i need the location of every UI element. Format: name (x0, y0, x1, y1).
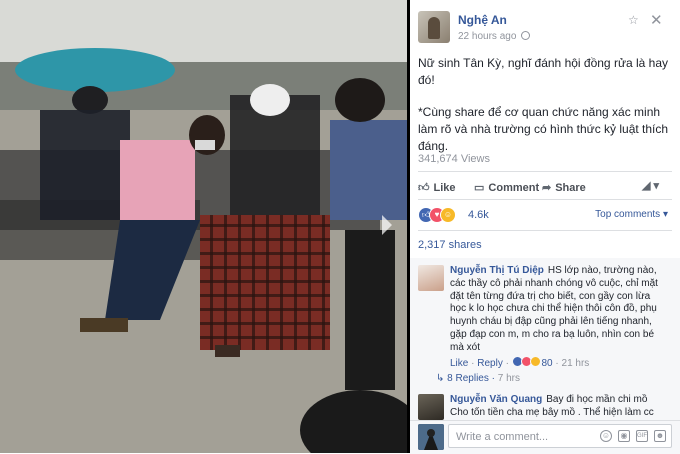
comment-like-link[interactable]: Like (450, 358, 468, 369)
comment-composer: ☺ ◉ GIF ☻ (410, 420, 680, 454)
globe-icon (521, 31, 531, 40)
video-frame (0, 0, 407, 453)
shares-count[interactable]: 2,317 shares (418, 239, 482, 251)
comment-label: Comment (488, 182, 540, 194)
divider (418, 171, 672, 172)
reply-arrow-icon: ↳ (436, 373, 448, 384)
share-button[interactable]: ➦ Share (542, 181, 586, 194)
comment-meta: Like · Reply · 80 · 21 hrs (450, 355, 590, 369)
like-icon: 👍︎ (418, 182, 430, 194)
comment-input[interactable] (454, 430, 598, 444)
comments-list: Nguyễn Thị Tú Diệp HS lớp nào, trường nào… (410, 258, 680, 420)
comment-reaction-count[interactable]: 80 (542, 358, 553, 369)
haha-reaction-icon (529, 355, 541, 367)
comment-button[interactable]: ▭ Comment (474, 181, 539, 194)
video-player[interactable] (0, 0, 407, 453)
user-avatar-image (418, 424, 444, 450)
commenter-avatar[interactable] (418, 265, 444, 291)
comment-input-box[interactable]: ☺ ◉ GIF ☻ (448, 424, 672, 448)
post-panel: Nghệ An 22 hours ago ☆ ✕ Nữ sinh Tân Kỳ,… (410, 0, 680, 454)
post-timestamp[interactable]: 22 hours ago (458, 31, 531, 42)
comment-time: 21 hrs (561, 357, 590, 369)
timestamp-text: 22 hours ago (458, 31, 517, 42)
reactions-bar: 👍︎ ♥ ☺ 4.6k Top comments ▾ (418, 207, 672, 223)
top-comments-label: Top comments (595, 209, 661, 220)
comment-body: Nguyễn Văn Quang Bay đi học mần chi mồ Ch… (450, 394, 660, 420)
post-text-line-1: Nữ sinh Tân Kỳ, nghĩ đánh hội đồng rửa l… (418, 56, 669, 87)
view-count: 341,674 Views (418, 153, 490, 165)
star-icon[interactable]: ☆ (628, 13, 639, 27)
user-avatar[interactable] (418, 424, 444, 450)
replies-label: 8 Replies (447, 373, 489, 384)
divider (418, 199, 672, 200)
like-button[interactable]: 👍︎ Like (418, 181, 456, 194)
page-name-link[interactable]: Nghệ An (458, 13, 507, 27)
action-bar: 👍︎ Like ▭ Comment ➦ Share ◢ ▾ (418, 179, 672, 197)
share-label: Share (555, 182, 586, 194)
more-icon[interactable]: ◢ ▾ (642, 179, 659, 192)
page-avatar[interactable] (418, 11, 450, 43)
camera-icon[interactable]: ◉ (618, 430, 630, 442)
comment-text: HS lớp nào, trường nào, các thầy cô phải… (450, 265, 658, 353)
comment-reply-link[interactable]: Reply (477, 358, 503, 369)
close-icon[interactable]: ✕ (650, 11, 663, 29)
sticker-icon[interactable]: ☻ (654, 430, 666, 442)
post-text-line-2: *Cùng share để cơ quan chức năng xác min… (418, 105, 669, 153)
haha-reaction-icon[interactable]: ☺ (440, 207, 456, 223)
divider (418, 230, 672, 231)
comment-body: Nguyễn Thị Tú Diệp HS lớp nào, trường nào… (450, 265, 660, 370)
replies-time: 7 hrs (497, 373, 520, 384)
reaction-count[interactable]: 4.6k (468, 209, 489, 221)
commenter-name[interactable]: Nguyễn Thị Tú Diệp (450, 265, 544, 276)
comment-icon: ▭ (474, 182, 485, 194)
commenter-avatar[interactable] (418, 394, 444, 420)
view-replies-link[interactable]: ↳ 8 Replies · 7 hrs (436, 373, 520, 384)
gif-icon[interactable]: GIF (636, 430, 648, 442)
like-label: Like (433, 182, 456, 194)
top-comments-dropdown[interactable]: Top comments ▾ (595, 209, 668, 220)
emoji-icon[interactable]: ☺ (600, 430, 612, 442)
post-header: Nghệ An 22 hours ago ☆ ✕ (418, 11, 673, 45)
share-icon: ➦ (542, 182, 552, 194)
commenter-name[interactable]: Nguyễn Văn Quang (450, 394, 542, 405)
